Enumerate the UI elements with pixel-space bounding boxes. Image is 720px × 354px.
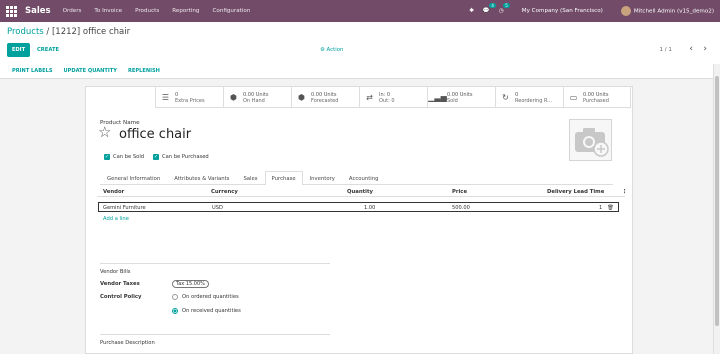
pager-value[interactable]: 1 / 1: [659, 47, 672, 53]
action-label: Action: [326, 47, 344, 53]
list-icon: ☰: [161, 92, 170, 102]
vendor-taxes-label: Vendor Taxes: [100, 281, 140, 287]
notebook-tabs: General Information Attributes & Variant…: [100, 171, 613, 185]
tab-attributes-variants[interactable]: Attributes & Variants: [167, 171, 236, 185]
purchased-button[interactable]: ▭ 0.00 Units Purchased: [563, 87, 631, 108]
radio-icon: [172, 294, 178, 300]
update-quantity-button[interactable]: UPDATE QUANTITY: [64, 68, 117, 74]
reordering-rules-button[interactable]: ↻ 0 Reordering R...: [495, 87, 563, 108]
can-be-sold-checkbox[interactable]: ✓ Can be Sold: [104, 154, 144, 160]
breadcrumb-products[interactable]: Products: [7, 27, 44, 37]
smart-buttons: ☰ 0 Extra Prices ⬢ 0.00 Units On Hand ⬢ 0.…: [155, 87, 631, 108]
credit-card-icon: ▭: [569, 92, 578, 102]
chat-icon[interactable]: 💬 4: [483, 3, 496, 14]
optional-columns-icon[interactable]: ⋮: [622, 189, 627, 195]
user-name: Mitchell Admin (v15_demo2): [633, 8, 714, 15]
column-vendor[interactable]: Vendor: [103, 189, 124, 195]
menu-orders[interactable]: Orders: [63, 8, 82, 14]
chat-badge: 4: [489, 3, 496, 8]
row-currency: USD: [212, 205, 223, 211]
create-button[interactable]: CREATE: [37, 43, 59, 57]
extra-prices-button[interactable]: ☰ 0 Extra Prices: [155, 87, 223, 108]
top-navbar: Sales Orders To Invoice Products Reporti…: [0, 0, 720, 22]
table-row[interactable]: Gemini Furniture USD 1.00 500.00 1 🗑: [98, 202, 619, 212]
row-lead-time: 1: [599, 205, 603, 211]
sold-button[interactable]: ▁▃▅ 0.00 Units Sold: [427, 87, 495, 108]
form-sheet: ☰ 0 Extra Prices ⬢ 0.00 Units On Hand ⬢ 0.…: [85, 86, 633, 354]
column-delivery-lead-time[interactable]: Delivery Lead Time: [547, 189, 604, 195]
add-line-link[interactable]: Add a line: [103, 216, 129, 222]
star-icon[interactable]: ☆: [98, 125, 111, 140]
menu-products[interactable]: Products: [135, 8, 159, 14]
user-menu[interactable]: Mitchell Admin (v15_demo2): [620, 6, 714, 16]
menu-to-invoice[interactable]: To Invoice: [94, 8, 122, 14]
radio-received-quantities[interactable]: On received quantities: [172, 308, 241, 314]
check-icon: ✓: [153, 154, 159, 160]
pager-prev-icon[interactable]: ‹: [689, 44, 693, 54]
tax-tag[interactable]: Tax 15.00%: [172, 280, 209, 288]
tab-purchase[interactable]: Purchase: [264, 171, 303, 185]
breadcrumb: Products / [1212] office chair: [7, 27, 130, 37]
radio-checked-icon: [172, 308, 178, 314]
menu-configuration[interactable]: Configuration: [212, 8, 250, 14]
apps-menu-icon[interactable]: [6, 5, 17, 17]
control-panel: Products / [1212] office chair EDIT CREA…: [0, 22, 720, 68]
can-be-purchased-checkbox[interactable]: ✓ Can be Purchased: [153, 154, 209, 160]
tab-sales[interactable]: Sales: [236, 171, 264, 185]
scrollbar-thumb[interactable]: [715, 76, 719, 326]
column-price[interactable]: Price: [452, 189, 467, 195]
exchange-icon: ⇄: [366, 92, 373, 102]
bar-chart-icon: ▁▃▅: [428, 92, 447, 102]
bug-icon[interactable]: ✱: [469, 8, 474, 14]
tab-general-information[interactable]: General Information: [100, 171, 167, 185]
status-bar: PRINT LABELS UPDATE QUANTITY REPLENISH: [0, 63, 713, 79]
breadcrumb-current: / [1212] office chair: [43, 27, 131, 37]
replenish-button[interactable]: REPLENISH: [128, 68, 160, 74]
app-name[interactable]: Sales: [25, 6, 51, 16]
vendor-bills-title: Vendor Bills: [100, 269, 131, 275]
edit-button[interactable]: EDIT: [7, 43, 30, 57]
avatar: [620, 6, 631, 16]
forecasted-button[interactable]: ⬢ 0.00 Units Forecasted: [291, 87, 359, 108]
company-switcher[interactable]: My Company (San Francisco): [522, 8, 603, 14]
product-image[interactable]: [569, 119, 612, 161]
activity-icon[interactable]: ◷ 5: [499, 3, 510, 14]
separator: [100, 334, 330, 335]
on-hand-button[interactable]: ⬢ 0.00 Units On Hand: [223, 87, 291, 108]
activity-badge: 5: [503, 3, 510, 8]
radio-ordered-quantities[interactable]: On ordered quantities: [172, 294, 239, 300]
row-vendor: Gemini Furniture: [103, 205, 146, 211]
refresh-icon: ↻: [502, 92, 509, 102]
column-currency[interactable]: Currency: [211, 189, 238, 195]
row-price: 500.00: [452, 205, 470, 211]
menu-reporting[interactable]: Reporting: [172, 8, 199, 14]
product-name[interactable]: office chair: [119, 127, 191, 142]
check-icon: ✓: [104, 154, 110, 160]
tab-inventory[interactable]: Inventory: [303, 171, 342, 185]
purchase-description-title: Purchase Description: [100, 340, 155, 346]
cubes-icon: ⬢: [230, 92, 237, 102]
pager-next-icon[interactable]: ›: [703, 44, 707, 54]
cubes-icon: ⬢: [298, 92, 305, 102]
trash-icon[interactable]: 🗑: [607, 205, 613, 211]
in-out-button[interactable]: ⇄ In: 0 Out: 0: [359, 87, 427, 108]
separator: [100, 263, 330, 264]
scrollbar[interactable]: [713, 64, 720, 354]
control-policy-label: Control Policy: [100, 294, 142, 300]
column-quantity[interactable]: Quantity: [347, 189, 373, 195]
tab-accounting[interactable]: Accounting: [342, 171, 386, 185]
row-quantity: 1.00: [364, 205, 376, 211]
vendor-table-header: Vendor Currency Quantity Price Delivery …: [97, 187, 627, 197]
action-menu[interactable]: ⚙ Action: [320, 47, 343, 53]
print-labels-button[interactable]: PRINT LABELS: [12, 68, 53, 74]
camera-plus-icon: [575, 128, 609, 157]
